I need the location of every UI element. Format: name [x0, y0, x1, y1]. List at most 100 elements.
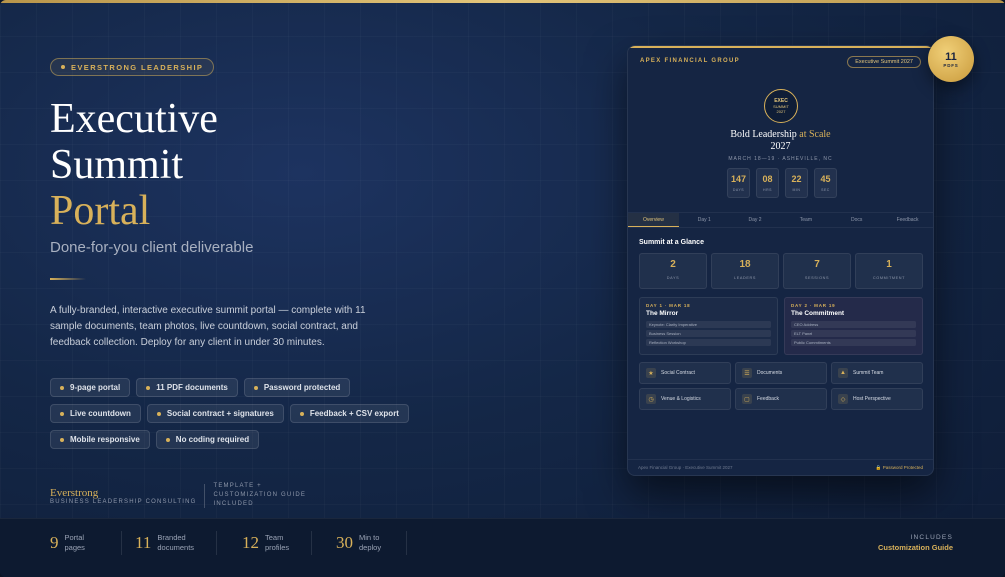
brand-pill-label: EVERSTRONG LEADERSHIP: [71, 62, 204, 72]
portal-org-name: APEX FINANCIAL GROUP: [640, 58, 740, 64]
bullet-icon: [60, 411, 64, 416]
brand-logo-name: Everstrong: [50, 486, 99, 499]
feature-tag-label: Live countdown: [70, 409, 131, 418]
glance-heading: Summit at a Glance: [639, 239, 704, 246]
stat-label: Portal pages: [64, 533, 85, 552]
includes-value: Customization Guide: [878, 543, 953, 552]
tab-day-2[interactable]: Day 2: [730, 213, 781, 227]
day-card-date: DAY 1 · MAR 18: [646, 303, 691, 308]
stat-separator: [406, 531, 407, 555]
stat-number: 12: [242, 533, 259, 552]
portal-preview: APEX FINANCIAL GROUP Executive Summit 20…: [627, 45, 934, 476]
includes-note: INCLUDES Customization Guide: [878, 534, 953, 552]
bullet-icon: [165, 437, 170, 442]
stat-number: 11: [135, 533, 152, 552]
portal-title: Bold Leadership at Scale 2027: [628, 129, 933, 153]
feature-tag-label: Social contract + signatures: [166, 409, 274, 418]
glance-days: 2 DAYS: [639, 253, 707, 289]
day-card-date: DAY 2 · MAR 19: [791, 303, 836, 308]
stat-branded-documents: 11 Branded documents: [135, 533, 194, 553]
agenda-item: Public Commitments: [791, 339, 916, 346]
template-note: TEMPLATE + CUSTOMIZATION GUIDE INCLUDED: [213, 483, 307, 507]
day-card-1[interactable]: DAY 1 · MAR 18 The Mirror Keynote: Clari…: [639, 297, 778, 355]
promo-canvas: EVERSTRONG LEADERSHIP Executive Summit P…: [0, 0, 1005, 577]
portal-event-badge: Executive Summit 2027: [847, 56, 921, 68]
tab-docs[interactable]: Docs: [831, 213, 882, 227]
stat-separator: [216, 531, 217, 555]
feature-tag-label: Password protected: [263, 383, 341, 392]
brand-separator: [204, 483, 206, 508]
bullet-icon: [61, 65, 65, 69]
countdown: 147 DAYS 08 HRS 22 MIN 45 SEC: [727, 168, 837, 198]
stat-portal-pages: 9 Portal pages: [50, 533, 85, 553]
countdown-days: 147 DAYS: [727, 168, 750, 198]
feature-tags: 9-page portal 11 PDF documents Password …: [50, 378, 440, 449]
portal-title-main: Bold Leadership: [730, 129, 797, 140]
feedback-icon: ▢: [742, 394, 752, 404]
bullet-icon: [156, 411, 161, 416]
bullet-icon: [60, 437, 64, 442]
tab-overview[interactable]: Overview: [628, 213, 679, 227]
brand-pill: EVERSTRONG LEADERSHIP: [50, 58, 215, 76]
day-cards: DAY 1 · MAR 18 The Mirror Keynote: Clari…: [639, 297, 923, 355]
portal-footer-text: Apex Financial Group · Executive Summit …: [638, 465, 733, 470]
pdf-count: 11: [945, 50, 957, 63]
feature-tag: Mobile responsive: [50, 430, 150, 449]
summit-seal-logo: EXEC SUMMIT 2027: [764, 89, 798, 123]
brand-block: Everstrong BUSINESS LEADERSHIP CONSULTIN…: [50, 482, 313, 509]
feature-tag-label: No coding required: [175, 435, 250, 444]
day-card-title: The Mirror: [646, 310, 679, 317]
password-protected-label: 🔒 Password Protected: [875, 464, 923, 470]
star-icon: ★: [646, 368, 656, 378]
clock-icon: ◷: [646, 394, 656, 404]
link-summit-team[interactable]: ▲ Summit Team: [831, 362, 923, 384]
quick-links: ★ Social Contract ☰ Documents ▲ Summit Team…: [639, 362, 923, 410]
feature-tag-label: 9-page portal: [70, 383, 121, 392]
description: A fully-branded, interactive executive s…: [50, 305, 366, 348]
bullet-icon: [146, 385, 151, 390]
link-venue-logistics[interactable]: ◷ Venue & Logistics: [639, 388, 731, 410]
diamond-icon: ◇: [838, 394, 848, 404]
countdown-hours: 08 HRS: [756, 168, 779, 198]
team-icon: ▲: [838, 368, 848, 378]
feature-tag-label: Feedback + CSV export: [309, 409, 399, 418]
portal-date: MARCH 18—19 · ASHEVILLE, NC: [728, 156, 833, 162]
subtitle: Done-for-you client deliverable: [50, 239, 254, 256]
hero-title: Executive Summit Portal: [50, 96, 218, 234]
stats-bar: 9 Portal pages 11 Branded documents 12 Tea…: [0, 518, 1005, 577]
stat-number: 30: [336, 533, 353, 552]
link-documents[interactable]: ☰ Documents: [735, 362, 827, 384]
stat-team-profiles: 12 Team profiles: [242, 533, 289, 553]
link-host-perspective[interactable]: ◇ Host Perspective: [831, 388, 923, 410]
countdown-seconds: 45 SEC: [814, 168, 837, 198]
glance-commitment: 1 COMMITMENT: [855, 253, 923, 289]
stat-label: Team profiles: [265, 533, 290, 552]
feature-tag: 11 PDF documents: [136, 378, 238, 397]
bullet-icon: [299, 411, 304, 416]
link-social-contract[interactable]: ★ Social Contract: [639, 362, 731, 384]
feature-tag: Live countdown: [50, 404, 141, 423]
stat-label: Branded documents: [157, 533, 195, 552]
feature-tag: 9-page portal: [50, 378, 131, 397]
hero-line-1: Executive: [50, 96, 218, 142]
agenda-item: Reflection Workshop: [646, 339, 771, 346]
tab-feedback[interactable]: Feedback: [882, 213, 933, 227]
tab-team[interactable]: Team: [780, 213, 831, 227]
divider: [50, 278, 86, 280]
day-card-title: The Commitment: [791, 310, 845, 317]
tab-day-1[interactable]: Day 1: [679, 213, 730, 227]
brand-tagline: BUSINESS LEADERSHIP CONSULTING: [50, 498, 197, 505]
link-feedback[interactable]: ▢ Feedback: [735, 388, 827, 410]
stat-separator: [121, 531, 122, 555]
includes-label: INCLUDES: [910, 534, 953, 541]
countdown-minutes: 22 MIN: [785, 168, 808, 198]
portal-title-year: 2027: [770, 141, 791, 152]
portal-footer: Apex Financial Group · Executive Summit …: [628, 459, 933, 475]
feature-tag: No coding required: [155, 430, 260, 449]
stat-separator: [311, 531, 312, 555]
pdf-unit: PDFS: [943, 62, 959, 68]
agenda-item: CEO Address: [791, 321, 916, 328]
glance-stats: 2 DAYS 18 LEADERS 7 SESSIONS 1 COMMITMENT: [639, 253, 923, 289]
bullet-icon: [60, 385, 64, 390]
day-card-2[interactable]: DAY 2 · MAR 19 The Commitment CEO Addres…: [784, 297, 923, 355]
